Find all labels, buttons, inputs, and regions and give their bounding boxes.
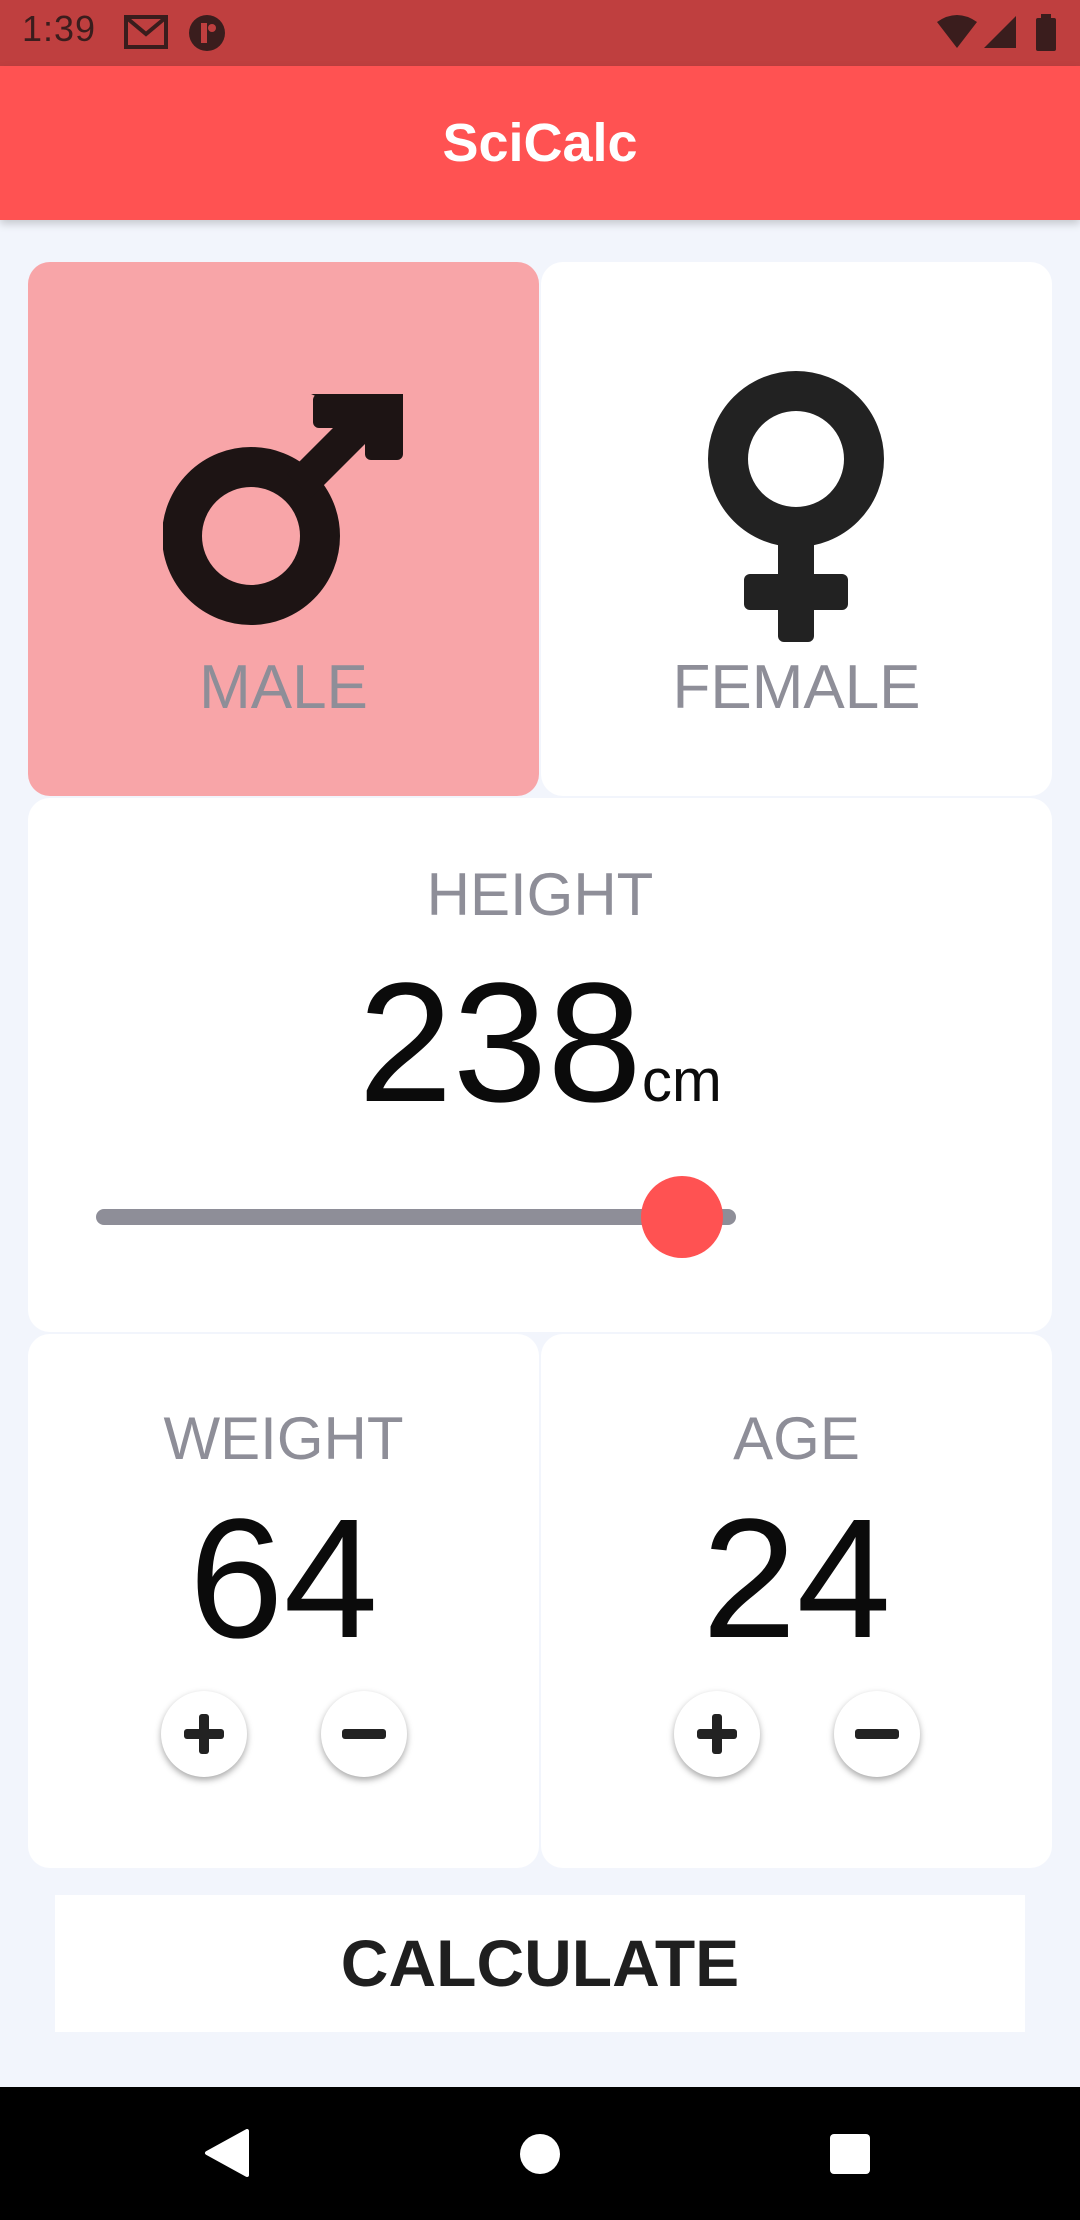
weight-minus-button[interactable] [321,1691,407,1777]
height-slider[interactable] [96,1176,796,1258]
weight-label: WEIGHT [163,1405,404,1472]
minus-icon [855,1729,899,1739]
slider-thumb[interactable] [640,1176,723,1258]
status-bar: 1:39 [0,0,1080,66]
age-value: 24 [701,1484,892,1674]
battery-icon [1035,14,1057,57]
calculate-button[interactable]: CALCULATE [55,1895,1025,2032]
female-icon [706,370,886,650]
height-label: HEIGHT [426,861,654,928]
recents-icon[interactable] [828,2132,872,2181]
height-unit: cm [641,1047,722,1114]
height-value: 238 [358,948,642,1138]
minus-icon [342,1729,386,1739]
age-card: AGE 24 [541,1334,1052,1868]
navigation-bar [0,2087,1080,2220]
app-icon [188,14,226,57]
height-value-row: 238cm [28,958,1052,1128]
male-card[interactable]: MALE [28,262,539,796]
age-label: AGE [733,1405,860,1472]
plus-icon [697,1714,737,1754]
female-card[interactable]: FEMALE [541,262,1052,796]
male-label: MALE [199,653,368,722]
weight-value: 64 [188,1484,379,1674]
age-plus-button[interactable] [674,1691,760,1777]
home-icon[interactable] [518,2132,562,2181]
female-label: FEMALE [672,653,921,722]
app-bar: SciCalc [0,66,1080,220]
weight-plus-button[interactable] [161,1691,247,1777]
calculate-label: CALCULATE [340,1926,740,2000]
plus-icon [184,1714,224,1754]
gmail-icon [124,14,168,55]
back-icon[interactable] [203,2129,249,2182]
wifi-icon [935,14,979,55]
signal-icon [982,14,1018,55]
age-minus-button[interactable] [834,1691,920,1777]
height-card: HEIGHT 238cm [28,798,1052,1332]
weight-card: WEIGHT 64 [28,1334,539,1868]
status-time: 1:39 [22,8,97,49]
app-title: SciCalc [442,113,638,173]
male-icon [162,382,403,633]
